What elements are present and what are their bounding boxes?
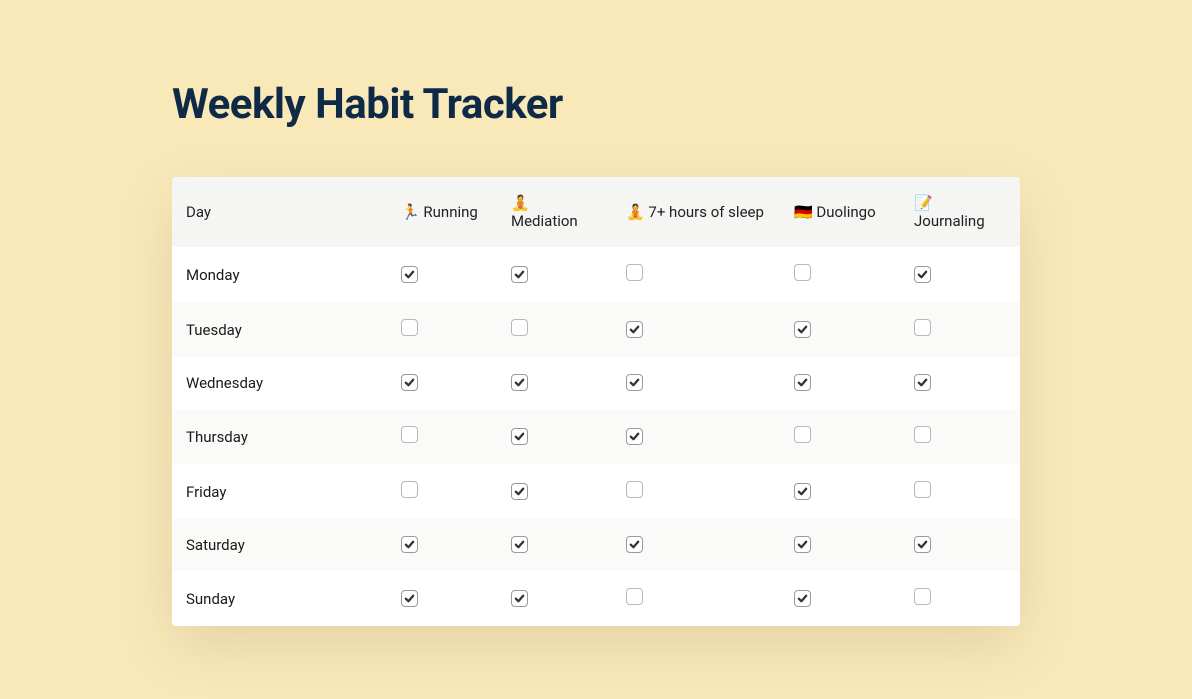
habit-checkbox[interactable] (401, 536, 418, 553)
day-cell: Friday (172, 464, 387, 519)
day-cell: Sunday (172, 571, 387, 626)
habit-cell (900, 519, 1020, 571)
habit-cell (780, 302, 900, 357)
habit-cell (387, 409, 497, 464)
habit-cell (387, 247, 497, 302)
table-row: Sunday (172, 571, 1020, 626)
habit-checkbox[interactable] (794, 536, 811, 553)
page-title: Weekly Habit Tracker (172, 80, 1020, 129)
habit-checkbox[interactable] (626, 536, 643, 553)
habit-cell (497, 357, 612, 409)
habit-cell (780, 519, 900, 571)
habit-checkbox[interactable] (401, 426, 418, 443)
habit-cell (612, 571, 780, 626)
habit-checkbox[interactable] (914, 374, 931, 391)
habit-cell (387, 357, 497, 409)
habit-cell (612, 302, 780, 357)
habit-cell (900, 357, 1020, 409)
habit-cell (497, 519, 612, 571)
habit-cell (780, 409, 900, 464)
habit-cell (900, 302, 1020, 357)
table-row: Saturday (172, 519, 1020, 571)
habit-cell (497, 302, 612, 357)
habit-checkbox[interactable] (626, 588, 643, 605)
table-row: Wednesday (172, 357, 1020, 409)
habit-checkbox[interactable] (626, 321, 643, 338)
habit-cell (387, 519, 497, 571)
habit-cell (497, 464, 612, 519)
habit-cell (900, 247, 1020, 302)
day-cell: Tuesday (172, 302, 387, 357)
habit-cell (900, 571, 1020, 626)
habit-checkbox[interactable] (626, 481, 643, 498)
column-header-duolingo: 🇩🇪 Duolingo (780, 177, 900, 247)
habit-checkbox[interactable] (401, 319, 418, 336)
habit-cell (900, 464, 1020, 519)
habit-checkbox[interactable] (626, 264, 643, 281)
habit-cell (612, 464, 780, 519)
table-row: Tuesday (172, 302, 1020, 357)
habit-checkbox[interactable] (794, 590, 811, 607)
habit-tracker-table: Day 🏃 Running 🧘 Mediation 🧘 7+ hours of … (172, 177, 1020, 626)
habit-cell (497, 571, 612, 626)
table-row: Friday (172, 464, 1020, 519)
column-header-journaling: 📝 Journaling (900, 177, 1020, 247)
table-row: Thursday (172, 409, 1020, 464)
day-cell: Wednesday (172, 357, 387, 409)
habit-checkbox[interactable] (794, 264, 811, 281)
habit-cell (900, 409, 1020, 464)
habit-checkbox[interactable] (511, 536, 528, 553)
habit-cell (780, 357, 900, 409)
habit-cell (497, 409, 612, 464)
column-header-day: Day (172, 177, 387, 247)
habit-checkbox[interactable] (401, 374, 418, 391)
habit-tracker-card: Day 🏃 Running 🧘 Mediation 🧘 7+ hours of … (172, 177, 1020, 626)
habit-cell (387, 302, 497, 357)
habit-cell (387, 571, 497, 626)
habit-checkbox[interactable] (794, 426, 811, 443)
habit-checkbox[interactable] (626, 374, 643, 391)
habit-checkbox[interactable] (794, 483, 811, 500)
habit-checkbox[interactable] (794, 321, 811, 338)
habit-checkbox[interactable] (914, 536, 931, 553)
table-row: Monday (172, 247, 1020, 302)
habit-cell (387, 464, 497, 519)
habit-checkbox[interactable] (914, 266, 931, 283)
day-cell: Monday (172, 247, 387, 302)
habit-cell (612, 357, 780, 409)
habit-checkbox[interactable] (914, 319, 931, 336)
habit-cell (780, 464, 900, 519)
habit-checkbox[interactable] (511, 428, 528, 445)
table-header-row: Day 🏃 Running 🧘 Mediation 🧘 7+ hours of … (172, 177, 1020, 247)
habit-cell (612, 409, 780, 464)
habit-checkbox[interactable] (401, 481, 418, 498)
habit-cell (780, 571, 900, 626)
habit-checkbox[interactable] (914, 588, 931, 605)
habit-cell (612, 247, 780, 302)
habit-checkbox[interactable] (401, 590, 418, 607)
habit-checkbox[interactable] (914, 481, 931, 498)
habit-checkbox[interactable] (511, 266, 528, 283)
habit-checkbox[interactable] (626, 428, 643, 445)
day-cell: Saturday (172, 519, 387, 571)
column-header-sleep: 🧘 7+ hours of sleep (612, 177, 780, 247)
habit-checkbox[interactable] (794, 374, 811, 391)
habit-checkbox[interactable] (914, 426, 931, 443)
habit-checkbox[interactable] (511, 319, 528, 336)
column-header-running: 🏃 Running (387, 177, 497, 247)
column-header-mediation: 🧘 Mediation (497, 177, 612, 247)
day-cell: Thursday (172, 409, 387, 464)
habit-checkbox[interactable] (401, 266, 418, 283)
habit-checkbox[interactable] (511, 590, 528, 607)
habit-checkbox[interactable] (511, 374, 528, 391)
habit-cell (612, 519, 780, 571)
habit-checkbox[interactable] (511, 483, 528, 500)
habit-cell (497, 247, 612, 302)
habit-cell (780, 247, 900, 302)
